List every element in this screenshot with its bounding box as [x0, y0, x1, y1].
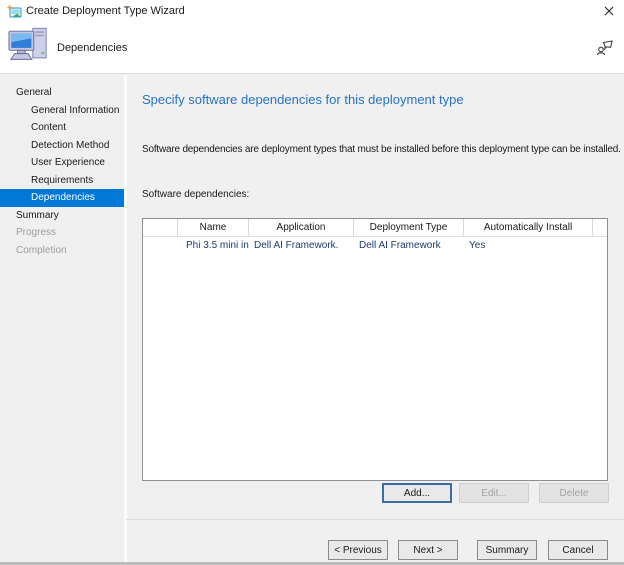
wizard-app-icon	[6, 4, 22, 19]
table-header: Name Application Deployment Type Automat…	[143, 219, 607, 237]
row-cell-application: Dell AI Framework.	[249, 237, 354, 255]
column-header-trailing-blank	[593, 219, 607, 236]
edit-button: Edit...	[459, 483, 529, 503]
wizard-page-header: Dependencies	[0, 22, 624, 74]
nav-item-progress: Progress	[0, 224, 124, 242]
summary-button[interactable]: Summary	[477, 540, 537, 560]
footer-separator	[126, 519, 624, 520]
dependencies-table[interactable]: Name Application Deployment Type Automat…	[142, 218, 608, 481]
feedback-icon[interactable]	[595, 38, 615, 58]
table-row[interactable]: Phi 3.5 mini in Dell AI Framework. Dell …	[143, 237, 607, 255]
page-heading: Specify software dependencies for this d…	[142, 92, 464, 107]
add-button[interactable]: Add...	[382, 483, 452, 503]
column-header-name[interactable]: Name	[178, 219, 249, 236]
column-header-application[interactable]: Application	[249, 219, 354, 236]
create-deployment-type-wizard-window: Create Deployment Type Wizard Dependenci…	[0, 0, 624, 565]
page-title: Dependencies	[57, 22, 127, 74]
titlebar: Create Deployment Type Wizard	[0, 0, 624, 22]
previous-button[interactable]: < Previous	[328, 540, 388, 560]
sidebar-divider	[124, 75, 127, 562]
nav-item-completion: Completion	[0, 242, 124, 260]
close-icon[interactable]	[594, 0, 624, 22]
wizard-nav: General General Information Content Dete…	[0, 75, 124, 562]
page-description: Software dependencies are deployment typ…	[142, 144, 621, 155]
nav-item-user-experience[interactable]: User Experience	[0, 154, 124, 172]
cancel-button[interactable]: Cancel	[548, 540, 608, 560]
software-dependencies-label: Software dependencies:	[142, 189, 249, 200]
row-cell-blank	[143, 237, 178, 255]
nav-item-detection-method[interactable]: Detection Method	[0, 137, 124, 155]
window-title: Create Deployment Type Wizard	[26, 0, 185, 22]
row-cell-deployment-type: Dell AI Framework	[354, 237, 464, 255]
next-button[interactable]: Next >	[398, 540, 458, 560]
nav-item-dependencies[interactable]: Dependencies	[0, 189, 124, 207]
computer-icon	[8, 26, 50, 71]
column-header-automatically-install[interactable]: Automatically Install	[464, 219, 593, 236]
column-header-deployment-type[interactable]: Deployment Type	[354, 219, 464, 236]
nav-item-content[interactable]: Content	[0, 119, 124, 137]
row-cell-name: Phi 3.5 mini in	[178, 237, 249, 255]
row-cell-automatically-install: Yes	[464, 237, 593, 255]
delete-button: Delete	[539, 483, 609, 503]
column-header-blank[interactable]	[143, 219, 178, 236]
nav-item-general-information[interactable]: General Information	[0, 102, 124, 120]
nav-item-requirements[interactable]: Requirements	[0, 172, 124, 190]
nav-item-general[interactable]: General	[0, 84, 124, 102]
nav-item-summary[interactable]: Summary	[0, 207, 124, 225]
